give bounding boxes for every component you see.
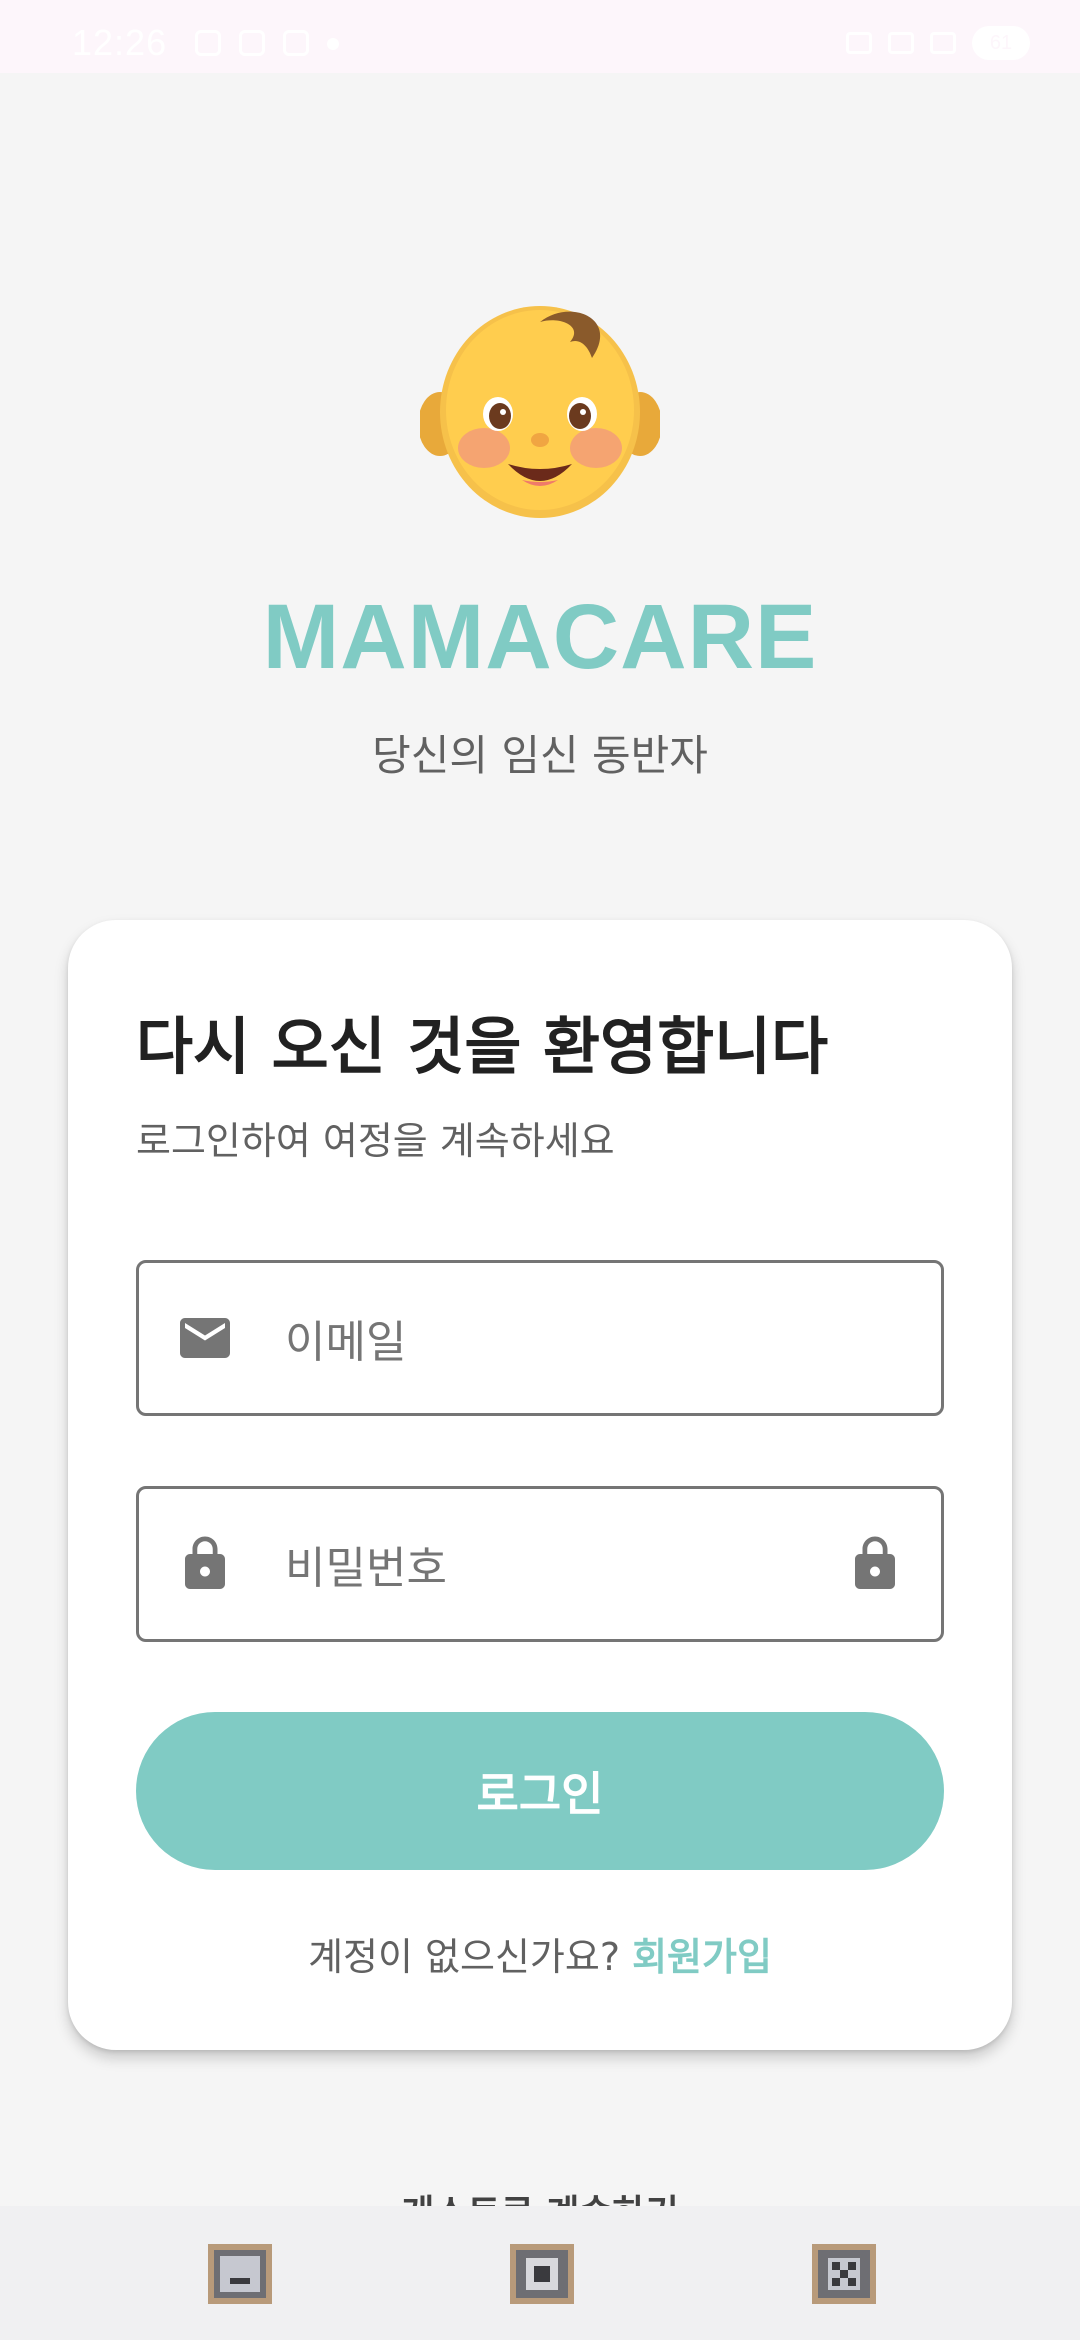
login-button[interactable]: 로그인: [136, 1712, 944, 1870]
password-field[interactable]: 비밀번호: [136, 1486, 944, 1642]
status-time: 12:26: [72, 22, 168, 63]
navigation-bar: [0, 2206, 1080, 2340]
signup-row: 계정이 없으신가요? 회원가입: [68, 1926, 1012, 1981]
notification-icon: [239, 30, 265, 56]
password-visibility-lock-icon[interactable]: [845, 1534, 905, 1594]
home-icon[interactable]: [508, 2242, 576, 2306]
battery-icon: 61: [972, 26, 1030, 60]
screenshot-icon: [195, 30, 221, 56]
signup-link[interactable]: 회원가입: [632, 1935, 772, 1979]
wifi-icon: [846, 32, 872, 54]
password-placeholder: 비밀번호: [285, 1543, 447, 1594]
back-icon[interactable]: [206, 2242, 274, 2306]
chat-icon: [283, 30, 309, 56]
mute-icon: [888, 32, 914, 54]
signal-icon: [930, 32, 956, 54]
mail-icon: [180, 1318, 230, 1358]
notification-icons: [195, 30, 339, 56]
card-title: 다시 오신 것을 환영합니다: [136, 1010, 829, 1083]
system-icons: 61: [846, 26, 1030, 60]
app-name: MAMACARE: [262, 586, 818, 688]
signup-prompt: 계정이 없으신가요?: [308, 1935, 633, 1979]
card-subtitle: 로그인하여 여정을 계속하세요: [136, 1119, 615, 1163]
login-card: 다시 오신 것을 환영합니다 로그인하여 여정을 계속하세요 이메일 비밀번호 …: [68, 920, 1012, 2050]
lock-icon: [185, 1536, 225, 1589]
app-tagline: 당신의 임신 동반자: [372, 731, 708, 780]
dot-icon: [327, 38, 339, 50]
email-placeholder: 이메일: [285, 1317, 407, 1368]
email-field[interactable]: 이메일: [136, 1260, 944, 1416]
recents-icon[interactable]: [810, 2242, 878, 2306]
status-bar: 12:26 61: [0, 0, 1080, 73]
baby-face-icon: [420, 306, 660, 518]
